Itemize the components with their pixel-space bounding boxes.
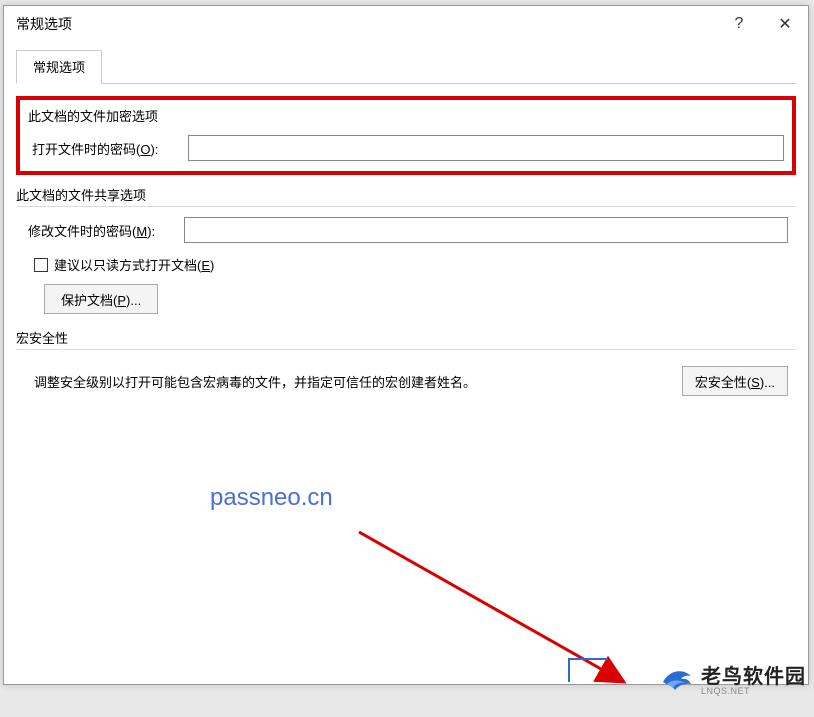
dialog-body: 常规选项 此文档的文件加密选项 打开文件时的密码(O): 此文档的文件共享选项 … (4, 42, 808, 684)
watermark-text: passneo.cn (210, 484, 333, 512)
share-section-title: 此文档的文件共享选项 (16, 185, 796, 207)
modify-password-row: 修改文件时的密码(M): (16, 217, 796, 243)
open-password-row: 打开文件时的密码(O): (28, 135, 784, 161)
help-button[interactable]: ? (716, 6, 762, 42)
macro-security-section: 宏安全性 调整安全级别以打开可能包含宏病毒的文件，并指定可信任的宏创建者姓名。 … (16, 328, 796, 396)
macro-security-button[interactable]: 宏安全性(S)... (682, 366, 788, 396)
logo-text: 老鸟软件园 LNQS.NET (701, 667, 806, 696)
tab-general-options[interactable]: 常规选项 (16, 50, 102, 84)
general-options-dialog: 常规选项 ? ✕ 常规选项 此文档的文件加密选项 打开文件时的密码(O): 此文… (3, 5, 809, 685)
encrypt-section-highlight: 此文档的文件加密选项 打开文件时的密码(O): (16, 96, 796, 175)
open-password-input[interactable] (188, 135, 784, 161)
encrypt-section-title: 此文档的文件加密选项 (28, 106, 784, 125)
close-icon: ✕ (778, 14, 791, 34)
logo-cn: 老鸟软件园 (701, 667, 806, 687)
bird-logo-icon (661, 666, 695, 696)
macro-section-title: 宏安全性 (16, 328, 796, 350)
readonly-checkbox-row[interactable]: 建议以只读方式打开文档(E) (16, 243, 796, 274)
modify-password-input[interactable] (184, 217, 788, 243)
titlebar: 常规选项 ? ✕ (4, 6, 808, 42)
readonly-checkbox[interactable] (34, 258, 48, 272)
macro-description: 调整安全级别以打开可能包含宏病毒的文件，并指定可信任的宏创建者姓名。 (34, 372, 476, 391)
modify-password-label: 修改文件时的密码(M): (24, 221, 184, 240)
share-section: 此文档的文件共享选项 修改文件时的密码(M): 建议以只读方式打开文档(E) 保… (16, 185, 796, 314)
protect-document-button[interactable]: 保护文档(P)... (44, 284, 158, 314)
close-button[interactable]: ✕ (762, 6, 808, 42)
help-icon: ? (735, 15, 744, 33)
dialog-title: 常规选项 (16, 14, 716, 34)
tab-strip: 常规选项 (16, 50, 796, 84)
logo-en: LNQS.NET (701, 687, 806, 696)
ok-button-partial[interactable] (568, 658, 608, 682)
site-logo: 老鸟软件园 LNQS.NET (661, 666, 806, 696)
annotation-arrow-icon (354, 527, 674, 717)
macro-row: 调整安全级别以打开可能包含宏病毒的文件，并指定可信任的宏创建者姓名。 宏安全性(… (16, 360, 796, 396)
readonly-checkbox-label: 建议以只读方式打开文档(E) (54, 255, 214, 274)
open-password-label: 打开文件时的密码(O): (28, 139, 188, 158)
